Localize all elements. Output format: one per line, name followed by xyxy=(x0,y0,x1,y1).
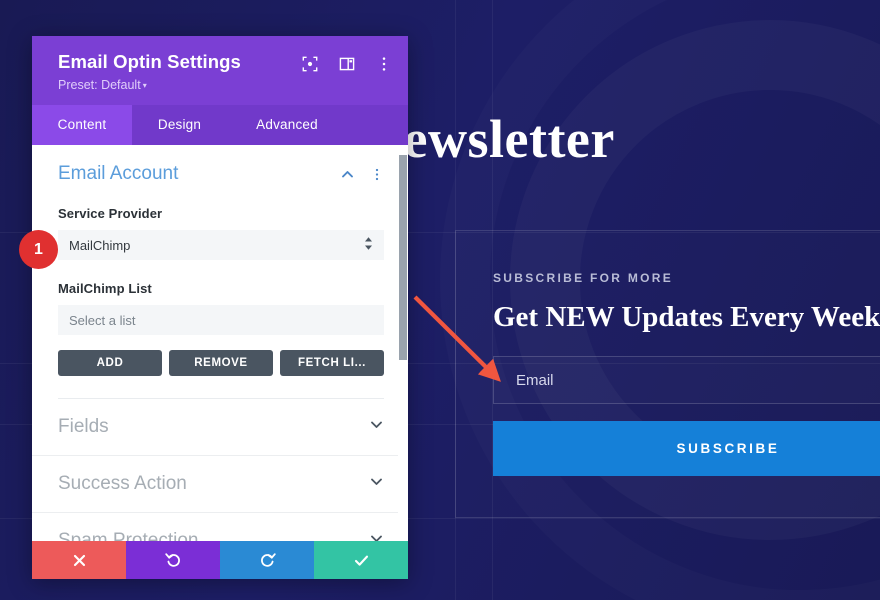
annotation-step-badge-1: 1 xyxy=(19,230,58,269)
screenshot-root: ur Newsletter SUBSCRIBE FOR MORE Get NEW… xyxy=(0,0,880,600)
tab-content[interactable]: Content xyxy=(32,105,132,145)
chevron-down-icon[interactable] xyxy=(369,531,384,541)
section-email-account-tools xyxy=(340,167,384,182)
panel-preset-label: Preset: Default xyxy=(58,78,141,92)
section-success-action[interactable]: Success Action xyxy=(32,456,408,513)
optin-email-placeholder: Email xyxy=(516,371,554,389)
tab-design[interactable]: Design xyxy=(132,105,227,145)
optin-email-input[interactable]: Email xyxy=(493,356,880,404)
panel-preset-selector[interactable]: Preset: Default ▾ xyxy=(58,78,390,92)
section-email-account-title: Email Account xyxy=(58,163,179,184)
tab-advanced[interactable]: Advanced xyxy=(227,105,347,145)
section-fields-title: Fields xyxy=(58,416,109,437)
panel-header: Email Optin Settings Preset: Default ▾ xyxy=(32,36,408,105)
service-provider-select[interactable]: MailChimp xyxy=(58,230,384,260)
service-provider-value: MailChimp xyxy=(69,237,131,253)
cancel-button[interactable] xyxy=(32,541,126,579)
mailchimp-list-select[interactable]: Select a list xyxy=(58,305,384,335)
more-vertical-icon[interactable] xyxy=(376,56,392,72)
section-spam-protection-title: Spam Protection xyxy=(58,530,199,541)
panel-action-bar xyxy=(32,541,408,579)
chevron-down-icon: ▾ xyxy=(142,81,147,91)
panel-body: Email Account Service Provider MailChimp… xyxy=(32,145,408,541)
list-action-buttons: ADD REMOVE FETCH LI... xyxy=(58,350,384,376)
redo-button[interactable] xyxy=(220,541,314,579)
section-fields[interactable]: Fields xyxy=(32,399,408,456)
section-email-account-header[interactable]: Email Account xyxy=(58,163,384,185)
optin-subscribe-label: SUBSCRIBE xyxy=(676,441,780,456)
optin-title: Get NEW Updates Every Week xyxy=(493,301,880,333)
undo-button[interactable] xyxy=(126,541,220,579)
panel-header-icons xyxy=(302,56,392,72)
select-spinner-icon xyxy=(364,237,373,254)
optin-module-content: SUBSCRIBE FOR MORE Get NEW Updates Every… xyxy=(493,271,880,476)
chevron-down-icon[interactable] xyxy=(369,474,384,494)
mailchimp-list-label: MailChimp List xyxy=(58,281,152,296)
panel-tab-bar: Content Design Advanced xyxy=(32,105,408,145)
fetch-lists-button[interactable]: FETCH LI... xyxy=(280,350,384,376)
remove-button[interactable]: REMOVE xyxy=(169,350,273,376)
mailchimp-list-placeholder: Select a list xyxy=(69,312,136,328)
chevron-up-icon[interactable] xyxy=(340,167,355,182)
add-button[interactable]: ADD xyxy=(58,350,162,376)
layout-panel-icon[interactable] xyxy=(339,56,355,72)
optin-eyebrow-text: SUBSCRIBE FOR MORE xyxy=(493,271,674,285)
optin-subscribe-button[interactable]: SUBSCRIBE xyxy=(493,421,880,476)
service-provider-label: Service Provider xyxy=(58,206,163,221)
section-email-account: Email Account Service Provider MailChimp… xyxy=(32,145,408,399)
optin-module-card: SUBSCRIBE FOR MORE Get NEW Updates Every… xyxy=(455,230,880,518)
more-vertical-icon[interactable] xyxy=(370,167,384,182)
focus-icon[interactable] xyxy=(302,56,318,72)
panel-scrollbar-thumb[interactable] xyxy=(399,155,407,360)
chevron-down-icon[interactable] xyxy=(369,417,384,437)
email-optin-settings-panel: Email Optin Settings Preset: Default ▾ C… xyxy=(32,36,408,579)
section-success-action-title: Success Action xyxy=(58,473,187,494)
save-button[interactable] xyxy=(314,541,408,579)
section-spam-protection[interactable]: Spam Protection xyxy=(32,513,408,541)
panel-scrollbar-track[interactable] xyxy=(398,145,408,541)
